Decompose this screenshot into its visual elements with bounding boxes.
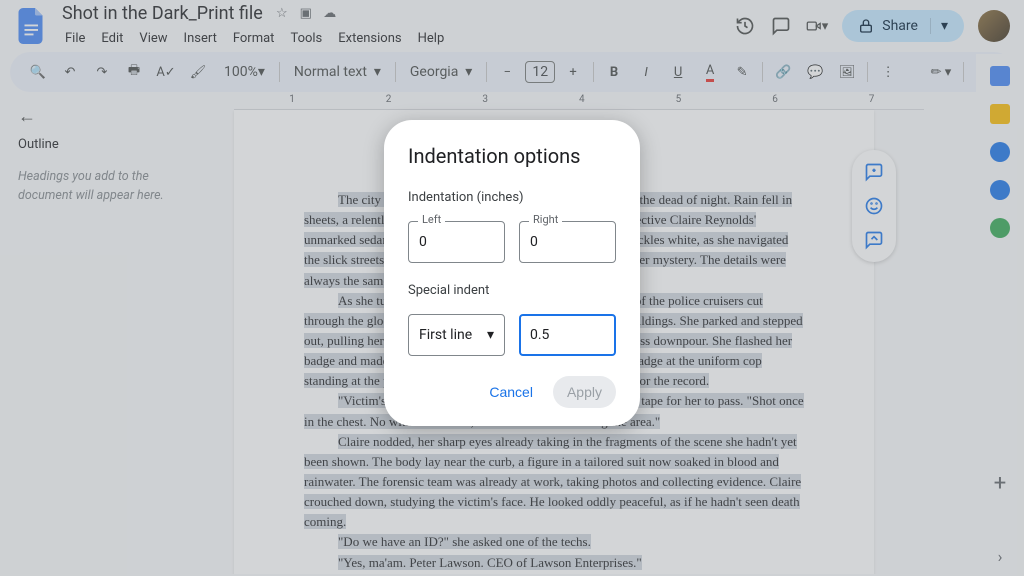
cancel-button[interactable]: Cancel bbox=[475, 376, 547, 408]
dialog-title: Indentation options bbox=[408, 144, 616, 168]
special-indent-label: Special indent bbox=[408, 283, 616, 298]
right-indent-field: Right bbox=[519, 221, 616, 263]
special-indent-select[interactable]: First line ▾ bbox=[408, 314, 505, 356]
modal-scrim[interactable]: Indentation options Indentation (inches)… bbox=[0, 0, 1024, 576]
special-indent-type-field: First line ▾ bbox=[408, 314, 505, 356]
dialog-section-label: Indentation (inches) bbox=[408, 190, 616, 205]
special-indent-value-field bbox=[519, 314, 616, 356]
right-indent-label: Right bbox=[529, 213, 562, 226]
left-indent-input[interactable] bbox=[408, 221, 505, 263]
left-indent-label: Left bbox=[418, 213, 445, 226]
indentation-dialog: Indentation options Indentation (inches)… bbox=[384, 120, 640, 426]
apply-button[interactable]: Apply bbox=[553, 376, 616, 408]
special-indent-input[interactable] bbox=[519, 314, 616, 356]
chevron-down-icon: ▾ bbox=[487, 327, 494, 343]
left-indent-field: Left bbox=[408, 221, 505, 263]
right-indent-input[interactable] bbox=[519, 221, 616, 263]
